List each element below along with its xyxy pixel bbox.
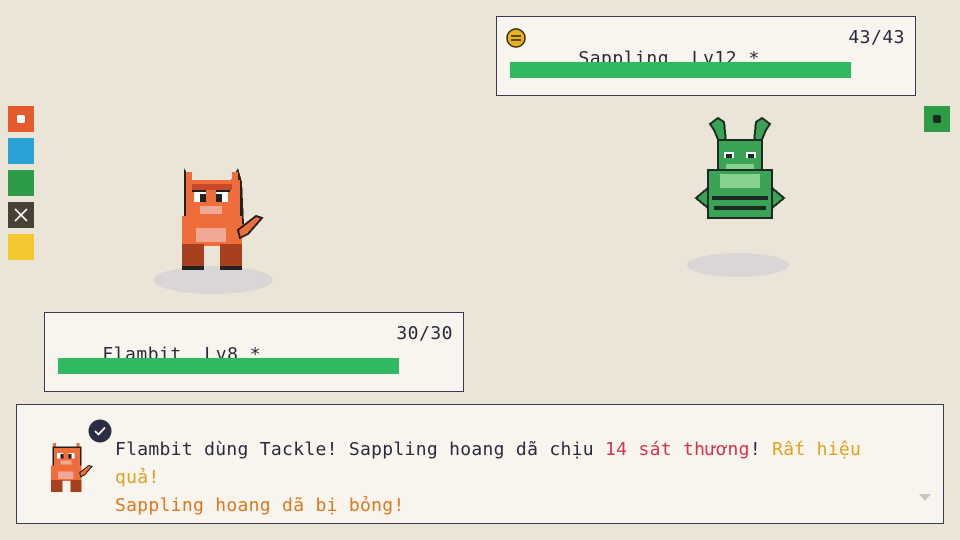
player-hp-bar (58, 358, 399, 374)
enemy-hp-bar (510, 62, 851, 78)
message-line-1: Flambit dùng Tackle! Sappling hoang dã c… (115, 436, 915, 492)
enemy-status-panel: Sappling Lv12 * 43/43 (496, 16, 916, 96)
palette-swatch-yellow[interactable] (8, 234, 34, 260)
damage-text: 14 sát thương (605, 439, 750, 460)
palette-swatch-green[interactable] (8, 170, 34, 196)
palette-swatch-close[interactable] (8, 202, 34, 228)
enemy-marker[interactable] (924, 106, 950, 132)
enemy-hp-text: 43/43 (848, 27, 905, 48)
selected-dot-icon (17, 115, 25, 123)
enemy-hp-fill (510, 62, 851, 78)
check-badge-icon (88, 419, 112, 443)
player-hp-text: 30/30 (396, 323, 453, 344)
marker-dot-icon (933, 115, 941, 123)
player-hp-fill (58, 358, 399, 374)
palette-swatch-blue[interactable] (8, 138, 34, 164)
enemy-sprite-shadow (687, 253, 789, 277)
player-creature-sprite (182, 168, 264, 270)
message-text-1: Flambit dùng Tackle! Sappling hoang dã c… (115, 439, 606, 460)
advance-arrow-icon[interactable] (919, 494, 931, 502)
face-badge-icon (506, 28, 526, 48)
speaker-portrait (51, 442, 93, 493)
close-icon (14, 208, 28, 222)
message-line-2: Sappling hoang dã bị bỏng! (115, 495, 405, 516)
player-status-panel: Flambit Lv8 * 30/30 (44, 312, 464, 392)
battle-message: Flambit dùng Tackle! Sappling hoang dã c… (115, 436, 915, 520)
enemy-creature-sprite (694, 116, 786, 219)
palette-swatch-orange[interactable] (8, 106, 34, 132)
message-text-2: ! (749, 439, 773, 460)
